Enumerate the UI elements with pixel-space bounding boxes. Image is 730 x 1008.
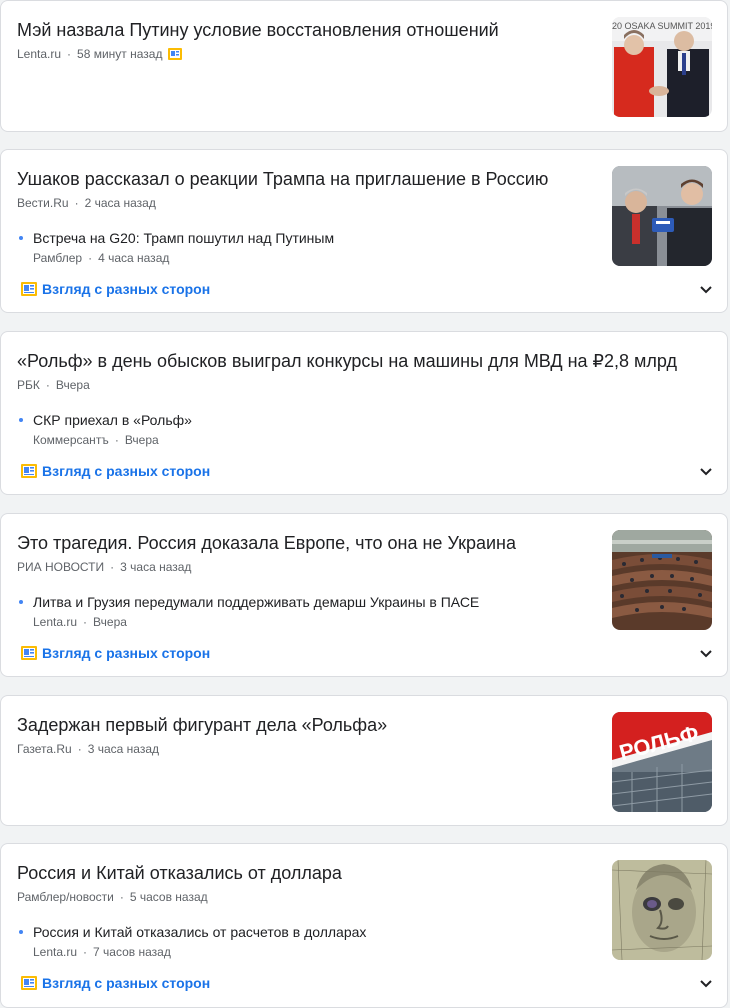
related-article-time: 7 часов назад xyxy=(93,945,171,959)
chevron-down-icon[interactable] xyxy=(698,463,714,479)
dollar-bill-photo[interactable] xyxy=(612,860,712,960)
bullet-icon xyxy=(19,930,23,934)
article-time: 5 часов назад xyxy=(129,890,208,904)
separator-dot: · xyxy=(83,945,88,959)
full-coverage-link[interactable]: Взгляд с разных сторон xyxy=(21,974,210,992)
related-article-time: Вчера xyxy=(124,433,159,447)
assembly-hall-photo[interactable] xyxy=(612,530,712,630)
separator-dot: · xyxy=(77,742,82,756)
related-article-meta: Lenta.ru · 7 часов назад xyxy=(33,944,171,960)
full-coverage-link[interactable]: Взгляд с разных сторон xyxy=(21,280,210,298)
article-meta: РБК · Вчера xyxy=(17,377,90,393)
article-source[interactable]: РБК xyxy=(17,378,40,392)
related-article-source[interactable]: Коммерсантъ xyxy=(33,433,109,447)
separator-dot: · xyxy=(45,378,50,392)
full-coverage-label: Взгляд с разных сторон xyxy=(42,281,211,297)
separator-dot: · xyxy=(67,47,72,61)
related-article-source[interactable]: Lenta.ru xyxy=(33,615,77,629)
news-card[interactable]: Россия и Китай отказались от доллара Рам… xyxy=(0,843,728,1008)
bullet-icon xyxy=(19,418,23,422)
article-headline[interactable]: Россия и Китай отказались от доллара xyxy=(17,861,597,885)
full-coverage-icon xyxy=(21,976,37,991)
thumb-caption: 20 OSAKA SUMMIT 2019 xyxy=(612,21,712,31)
rolf-sign-photo[interactable]: РОЛЬФ xyxy=(612,712,712,812)
separator-dot: · xyxy=(83,615,88,629)
full-coverage-link[interactable]: Взгляд с разных сторон xyxy=(21,462,210,480)
full-coverage-icon xyxy=(21,464,37,479)
news-card[interactable]: «Рольф» в день обысков выиграл конкурсы … xyxy=(0,331,728,495)
article-source[interactable]: Lenta.ru xyxy=(17,47,61,61)
related-article-time: Вчера xyxy=(93,615,127,629)
full-coverage-icon xyxy=(21,646,37,661)
bullet-icon xyxy=(19,236,23,240)
article-headline[interactable]: «Рольф» в день обысков выиграл конкурсы … xyxy=(17,349,677,373)
related-article-source[interactable]: Рамблер xyxy=(33,251,82,265)
news-card[interactable]: Задержан первый фигурант дела «Рольфа» Г… xyxy=(0,695,728,826)
article-meta: Lenta.ru · 58 минут назад xyxy=(17,46,182,62)
full-coverage-label: Взгляд с разных сторон xyxy=(42,463,211,479)
article-headline[interactable]: Задержан первый фигурант дела «Рольфа» xyxy=(17,713,597,737)
chevron-down-icon[interactable] xyxy=(698,975,714,991)
article-time: Вчера xyxy=(55,378,90,392)
interview-photo[interactable] xyxy=(612,166,712,266)
article-time: 3 часа назад xyxy=(120,560,192,574)
article-source[interactable]: РИА НОВОСТИ xyxy=(17,560,104,574)
chevron-down-icon[interactable] xyxy=(698,281,714,297)
full-coverage-label: Взгляд с разных сторон xyxy=(42,975,211,991)
article-time: 58 минут назад xyxy=(77,47,163,61)
article-source[interactable]: Вести.Ru xyxy=(17,196,69,210)
full-coverage-link[interactable]: Взгляд с разных сторон xyxy=(21,644,210,662)
related-article-time: 4 часа назад xyxy=(98,251,170,265)
article-meta: РИА НОВОСТИ · 3 часа назад xyxy=(17,559,191,575)
full-coverage-icon xyxy=(21,282,37,297)
related-article-title[interactable]: Литва и Грузия передумали поддерживать д… xyxy=(33,593,479,611)
article-headline[interactable]: Мэй назвала Путину условие восстановлени… xyxy=(17,18,597,42)
related-article-meta: Коммерсантъ · Вчера xyxy=(33,432,159,448)
article-meta: Газета.Ru · 3 часа назад xyxy=(17,741,159,757)
article-time: 3 часа назад xyxy=(87,742,160,756)
article-time: 2 часа назад xyxy=(84,196,156,210)
related-article-meta: Рамблер · 4 часа назад xyxy=(33,250,169,266)
news-card[interactable]: Мэй назвала Путину условие восстановлени… xyxy=(0,0,728,132)
separator-dot: · xyxy=(114,433,119,447)
related-article-source[interactable]: Lenta.ru xyxy=(33,945,77,959)
full-coverage-label: Взгляд с разных сторон xyxy=(42,645,211,661)
bullet-icon xyxy=(19,600,23,604)
news-card[interactable]: Ушаков рассказал о реакции Трампа на при… xyxy=(0,149,728,313)
article-source[interactable]: Рамблер/новости xyxy=(17,890,114,904)
article-headline[interactable]: Ушаков рассказал о реакции Трампа на при… xyxy=(17,167,597,191)
article-headline[interactable]: Это трагедия. Россия доказала Европе, чт… xyxy=(17,531,597,555)
article-source[interactable]: Газета.Ru xyxy=(17,742,72,756)
related-article-title[interactable]: Россия и Китай отказались от расчетов в … xyxy=(33,923,366,941)
separator-dot: · xyxy=(110,560,115,574)
news-card[interactable]: Это трагедия. Россия доказала Европе, чт… xyxy=(0,513,728,677)
full-coverage-icon[interactable] xyxy=(167,47,182,60)
related-article-meta: Lenta.ru · Вчера xyxy=(33,614,127,630)
related-article-title[interactable]: Встреча на G20: Трамп пошутил над Путины… xyxy=(33,229,334,247)
handshake-photo[interactable]: 20 OSAKA SUMMIT 2019 xyxy=(612,17,712,117)
separator-dot: · xyxy=(74,196,79,210)
related-article-title[interactable]: СКР приехал в «Рольф» xyxy=(33,411,192,429)
article-meta: Рамблер/новости · 5 часов назад xyxy=(17,889,208,905)
separator-dot: · xyxy=(119,890,124,904)
article-meta: Вести.Ru · 2 часа назад xyxy=(17,195,156,211)
chevron-down-icon[interactable] xyxy=(698,645,714,661)
separator-dot: · xyxy=(88,251,93,265)
